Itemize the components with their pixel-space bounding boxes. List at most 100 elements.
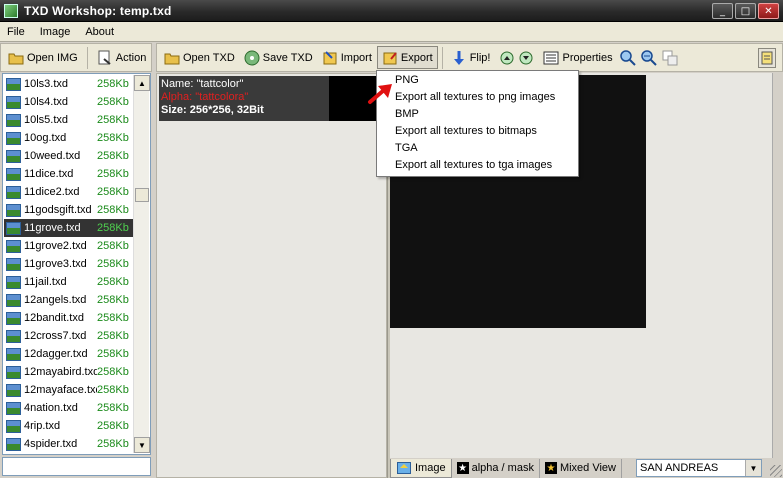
list-item[interactable]: 4rip.txd 258Kb	[4, 417, 134, 435]
previous-icon[interactable]	[499, 50, 515, 66]
list-item[interactable]: 10ls3.txd 258Kb	[4, 75, 134, 93]
file-size: 258Kb	[97, 240, 129, 252]
list-item[interactable]: 12cross7.txd 258Kb	[4, 327, 134, 345]
file-name: 10weed.txd	[24, 150, 81, 162]
import-button[interactable]: Import	[318, 46, 376, 69]
close-button[interactable]: ✕	[758, 3, 779, 19]
list-item[interactable]: 12dagger.txd 258Kb	[4, 345, 134, 363]
file-size: 258Kb	[97, 132, 129, 144]
list-item[interactable]: 4spider.txd 258Kb	[4, 435, 134, 453]
menu-file[interactable]: File	[0, 26, 33, 38]
title-bar: TXD Workshop: temp.txd _ □ ✕	[0, 0, 783, 22]
list-item[interactable]: 12mayaface.txd 258Kb	[4, 381, 134, 399]
file-name: 12dagger.txd	[24, 348, 88, 360]
file-name: 11grove3.txd	[24, 258, 87, 270]
list-item[interactable]: 11grove2.txd 258Kb	[4, 237, 134, 255]
list-item[interactable]: 12mayabird.txd 258Kb	[4, 363, 134, 381]
list-item[interactable]: 10og.txd 258Kb	[4, 129, 134, 147]
list-item[interactable]: 11grove.txd 258Kb	[4, 219, 134, 237]
file-size: 258Kb	[97, 330, 129, 342]
zoom-in-icon[interactable]	[619, 49, 636, 66]
nav-buttons	[495, 46, 538, 69]
txd-file-list[interactable]: 4spider.txd 258Kb 4rip.txd 258Kb 4nation.txd…	[2, 73, 151, 455]
texture-item[interactable]: Name: "tattcolor" Alpha: "tattcolora" Si…	[159, 76, 381, 121]
file-size: 258Kb	[97, 186, 129, 198]
disc-icon	[244, 50, 260, 66]
notes-icon[interactable]	[758, 47, 776, 68]
image-icon	[6, 185, 21, 199]
list-item[interactable]: 11dice2.txd 258Kb	[4, 183, 134, 201]
tab-mixed-view[interactable]: ★ Mixed View	[540, 458, 622, 478]
file-name: 10ls3.txd	[24, 78, 69, 90]
minimize-button[interactable]: _	[712, 3, 733, 19]
flip-button[interactable]: Flip!	[447, 46, 495, 69]
txd-toolbar: Open TXD Save TXD Import Export Flip! Pr…	[156, 43, 783, 72]
image-icon	[6, 293, 21, 307]
tab-image-label: Image	[415, 461, 446, 474]
scroll-thumb[interactable]	[135, 188, 149, 202]
list-filter-input[interactable]	[2, 457, 151, 476]
preview-scrollbar[interactable]	[772, 73, 783, 458]
list-item[interactable]: 12bandit.txd 258Kb	[4, 309, 134, 327]
open-txd-button[interactable]: Open TXD	[160, 46, 239, 69]
zoom-out-icon[interactable]	[640, 49, 657, 66]
export-all-png[interactable]: Export all textures to png images	[395, 91, 555, 103]
action-label: Action	[115, 51, 147, 64]
export-bmp[interactable]: BMP	[395, 108, 419, 120]
tab-alpha-mask[interactable]: ★ alpha / mask	[452, 458, 540, 478]
chevron-down-icon[interactable]: ▼	[745, 460, 761, 476]
game-version-select[interactable]: SAN ANDREAS ▼	[636, 459, 762, 477]
image-icon	[6, 131, 21, 145]
export-tga[interactable]: TGA	[395, 142, 418, 154]
menu-image[interactable]: Image	[33, 26, 79, 38]
properties-button[interactable]: Properties	[539, 46, 616, 69]
list-item[interactable]: 10ls5.txd 258Kb	[4, 111, 134, 129]
list-item[interactable]: 11grove3.txd 258Kb	[4, 255, 134, 273]
import-label: Import	[340, 51, 372, 64]
maximize-button[interactable]: □	[735, 3, 756, 19]
export-icon	[382, 50, 398, 66]
file-size: 258Kb	[97, 276, 129, 288]
export-button[interactable]: Export	[376, 46, 438, 69]
open-img-label: Open IMG	[27, 51, 78, 64]
file-name: 11grove.txd	[24, 222, 81, 234]
file-size: 258Kb	[97, 402, 129, 414]
scroll-down-arrow[interactable]: ▼	[134, 437, 150, 453]
next-icon[interactable]	[518, 50, 534, 66]
image-icon	[6, 311, 21, 325]
toolbar-separator	[441, 46, 443, 69]
export-all-bitmaps[interactable]: Export all textures to bitmaps	[395, 125, 537, 137]
list-item[interactable]: 10weed.txd 258Kb	[4, 147, 134, 165]
file-size: 258Kb	[97, 96, 129, 108]
list-item[interactable]: 11jail.txd 258Kb	[4, 273, 134, 291]
import-icon	[322, 50, 338, 66]
image-icon	[6, 329, 21, 343]
file-name: 4spider.txd	[24, 438, 78, 450]
image-icon	[6, 77, 21, 91]
export-menu: PNG Export all textures to png images BM…	[376, 70, 579, 177]
list-scrollbar[interactable]: ▲ ▼	[133, 75, 150, 453]
file-size: 258Kb	[97, 258, 129, 270]
list-item[interactable]: 10ls4.txd 258Kb	[4, 93, 134, 111]
action-button[interactable]: Action	[93, 46, 151, 69]
file-size: 258Kb	[97, 420, 129, 432]
texture-alpha: Alpha: "tattcolora"	[161, 91, 249, 103]
copy-icon[interactable]	[662, 50, 678, 66]
tab-image[interactable]: Image	[390, 458, 452, 478]
file-size: 258Kb	[97, 384, 129, 396]
list-item[interactable]: 11godsgift.txd 258Kb	[4, 201, 134, 219]
image-icon	[6, 257, 21, 271]
save-txd-button[interactable]: Save TXD	[240, 46, 317, 69]
open-img-button[interactable]: Open IMG	[4, 46, 82, 69]
down-arrow-icon	[451, 50, 467, 66]
file-name: 12mayabird.txd	[24, 366, 97, 378]
list-item[interactable]: 11dice.txd 258Kb	[4, 165, 134, 183]
file-size: 258Kb	[97, 78, 129, 90]
export-all-tga[interactable]: Export all textures to tga images	[395, 159, 552, 171]
menu-about[interactable]: About	[78, 26, 122, 38]
list-item[interactable]: 4nation.txd 258Kb	[4, 399, 134, 417]
resize-grip[interactable]	[770, 465, 782, 477]
texture-info: Name: "tattcolor" Alpha: "tattcolora" Si…	[161, 78, 333, 117]
list-item[interactable]: 12angels.txd 258Kb	[4, 291, 134, 309]
scroll-up-arrow[interactable]: ▲	[134, 75, 150, 91]
